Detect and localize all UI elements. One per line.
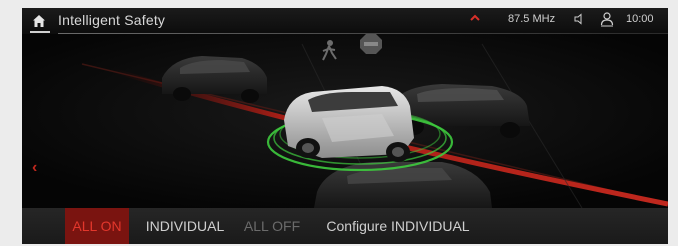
page-title: Intelligent Safety	[58, 12, 166, 28]
home-button[interactable]	[28, 10, 50, 32]
idrive-screen: Intelligent Safety 87.5 MHz 10:00 ‹ ALL …	[22, 8, 668, 244]
stop-sign-icon	[360, 34, 382, 54]
home-underline	[30, 31, 50, 33]
configure-individual-button[interactable]: Configure INDIVIDUAL	[316, 208, 480, 244]
all-off-button[interactable]: ALL OFF	[240, 208, 304, 244]
home-icon	[33, 15, 45, 27]
back-arrow-icon[interactable]: ‹	[32, 159, 37, 177]
volume-icon[interactable]	[574, 13, 586, 25]
status-bar: Intelligent Safety 87.5 MHz 10:00	[22, 8, 668, 34]
individual-button[interactable]: INDIVIDUAL	[139, 208, 231, 244]
chevron-up-icon[interactable]	[468, 11, 482, 25]
person-icon[interactable]	[600, 11, 614, 27]
safety-scene: ‹	[22, 34, 668, 208]
ego-vehicle	[284, 86, 414, 162]
mode-selector-bar: ALL ON INDIVIDUAL ALL OFF Configure INDI…	[22, 208, 668, 244]
all-on-button[interactable]: ALL ON	[65, 208, 129, 244]
clock: 10:00	[626, 13, 654, 25]
scene-illustration	[22, 34, 668, 208]
radio-frequency[interactable]: 87.5 MHz	[508, 13, 555, 25]
